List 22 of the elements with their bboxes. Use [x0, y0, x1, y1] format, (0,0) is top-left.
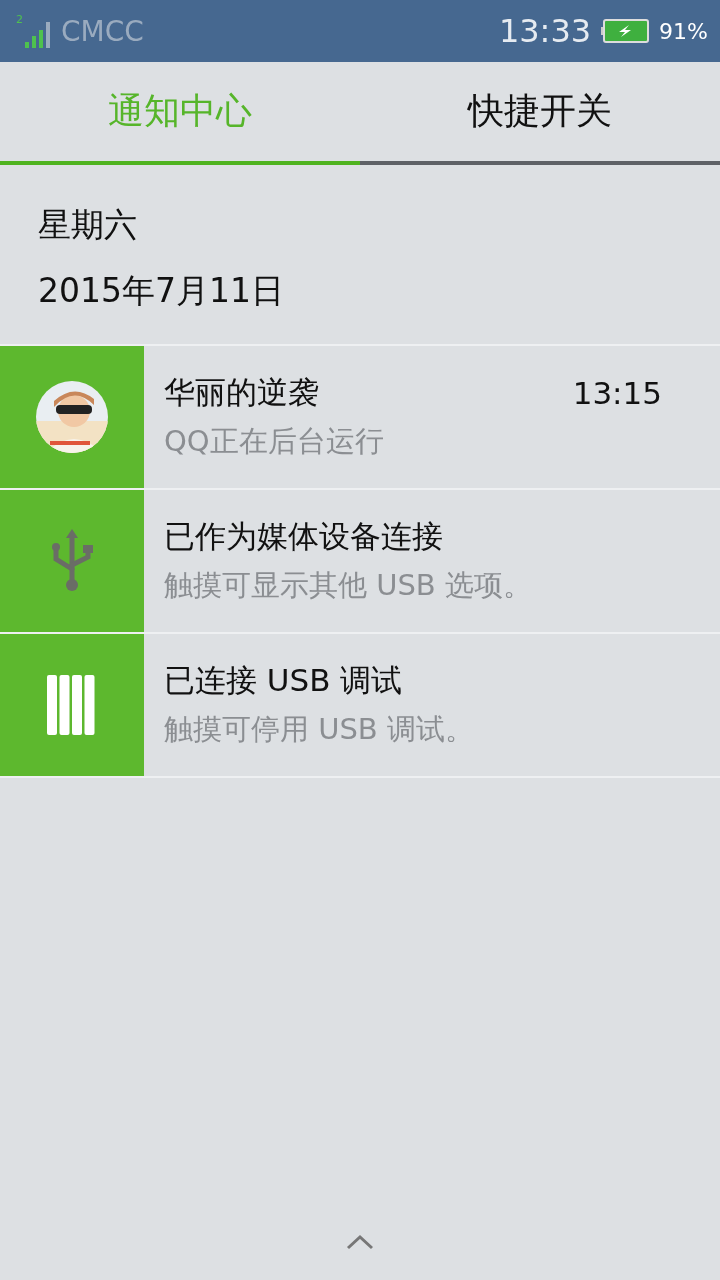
signal-icon	[25, 22, 51, 48]
debug-icon	[47, 675, 97, 736]
battery-percent: 91%	[659, 18, 708, 44]
date: 2015年7月11日	[38, 270, 285, 311]
battery-charging-icon	[601, 19, 650, 43]
notification-text: 触摸可显示其他 USB 选项。	[164, 567, 533, 605]
clock: 13:33	[498, 12, 592, 50]
notification[interactable]: 华丽的逆袭 13:15 QQ正在后台运行	[144, 346, 720, 489]
usb-icon	[50, 529, 94, 594]
notification-title: 已连接 USB 调试	[164, 661, 403, 701]
notification-title: 华丽的逆袭	[164, 373, 319, 413]
carrier-name: CMCC	[61, 14, 144, 48]
notification[interactable]: 已作为媒体设备连接 触摸可显示其他 USB 选项。	[144, 490, 720, 633]
notification-text: 触摸可停用 USB 调试。	[164, 711, 475, 749]
sim-label: 2	[16, 14, 23, 25]
notification-title: 已作为媒体设备连接	[164, 517, 443, 557]
notification[interactable]: 已连接 USB 调试 触摸可停用 USB 调试。	[144, 634, 720, 777]
tab[interactable]: 快捷开关	[360, 62, 720, 165]
caret-icon[interactable]	[346, 1234, 374, 1250]
weekday: 星期六	[38, 205, 138, 245]
notification-text: QQ正在后台运行	[164, 423, 385, 461]
notification-time: 13:15	[572, 375, 662, 412]
